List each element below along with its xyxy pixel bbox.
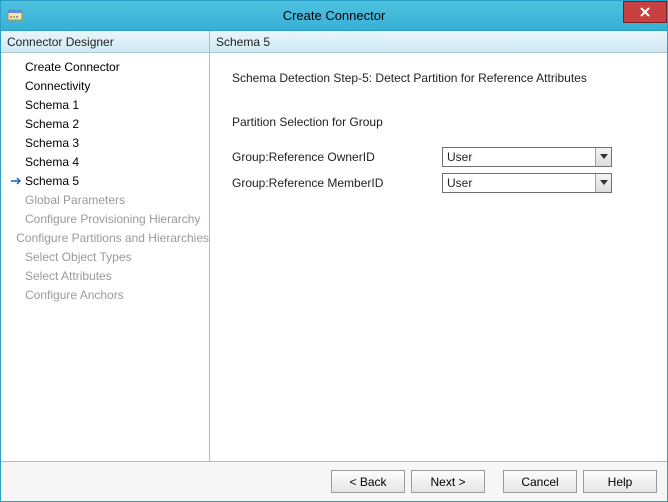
button-label: Next > xyxy=(430,475,465,489)
content-area: Connector Designer Create Connector Conn… xyxy=(1,31,667,461)
main-header: Schema 5 xyxy=(210,31,667,53)
sidebar-item-label: Connectivity xyxy=(25,79,90,93)
combo-value: User xyxy=(443,174,595,192)
combo-memberid[interactable]: User xyxy=(442,173,612,193)
cancel-button[interactable]: Cancel xyxy=(503,470,577,493)
close-button[interactable] xyxy=(623,1,667,23)
footer: < Back Next > Cancel Help xyxy=(1,461,667,501)
main-body: Schema Detection Step-5: Detect Partitio… xyxy=(210,53,667,461)
button-label: < Back xyxy=(349,475,386,489)
main-panel: Schema 5 Schema Detection Step-5: Detect… xyxy=(210,31,667,461)
sidebar-item-label: Create Connector xyxy=(25,60,120,74)
sidebar-item-label: Schema 2 xyxy=(25,117,79,131)
sidebar-item-label: Select Attributes xyxy=(25,269,112,283)
sidebar-item-label: Configure Partitions and Hierarchies xyxy=(16,231,209,245)
sidebar-list: Create Connector Connectivity Schema 1 S… xyxy=(1,53,209,304)
help-button[interactable]: Help xyxy=(583,470,657,493)
field-label-ownerid: Group:Reference OwnerID xyxy=(232,150,442,164)
sidebar-item-select-object-types: Select Object Types xyxy=(1,247,209,266)
sidebar: Connector Designer Create Connector Conn… xyxy=(1,31,210,461)
sidebar-item-connectivity[interactable]: Connectivity xyxy=(1,76,209,95)
button-label: Cancel xyxy=(521,475,558,489)
form-row-memberid: Group:Reference MemberID User xyxy=(232,173,645,193)
titlebar: Create Connector xyxy=(1,1,667,31)
sidebar-item-select-attributes: Select Attributes xyxy=(1,266,209,285)
section-label: Partition Selection for Group xyxy=(232,115,645,129)
window: Create Connector Connector Designer Crea… xyxy=(0,0,668,502)
chevron-down-icon xyxy=(595,148,611,166)
next-button[interactable]: Next > xyxy=(411,470,485,493)
sidebar-item-configure-partitions: Configure Partitions and Hierarchies xyxy=(1,228,209,247)
button-label: Help xyxy=(608,475,633,489)
sidebar-item-schema-3[interactable]: Schema 3 xyxy=(1,133,209,152)
sidebar-header: Connector Designer xyxy=(1,31,209,53)
sidebar-item-schema-4[interactable]: Schema 4 xyxy=(1,152,209,171)
back-button[interactable]: < Back xyxy=(331,470,405,493)
sidebar-item-create-connector[interactable]: Create Connector xyxy=(1,57,209,76)
sidebar-item-global-parameters: Global Parameters xyxy=(1,190,209,209)
form-row-ownerid: Group:Reference OwnerID User xyxy=(232,147,645,167)
combo-value: User xyxy=(443,148,595,166)
window-title: Create Connector xyxy=(1,8,667,23)
sidebar-item-schema-5[interactable]: Schema 5 xyxy=(1,171,209,190)
sidebar-item-schema-1[interactable]: Schema 1 xyxy=(1,95,209,114)
chevron-down-icon xyxy=(595,174,611,192)
sidebar-item-label: Configure Anchors xyxy=(25,288,124,302)
sidebar-item-label: Schema 3 xyxy=(25,136,79,150)
sidebar-item-label: Schema 1 xyxy=(25,98,79,112)
sidebar-item-configure-provisioning-hierarchy: Configure Provisioning Hierarchy xyxy=(1,209,209,228)
close-icon xyxy=(640,7,650,17)
step-title: Schema Detection Step-5: Detect Partitio… xyxy=(232,71,645,85)
arrow-right-icon xyxy=(11,177,25,185)
sidebar-item-label: Select Object Types xyxy=(25,250,132,264)
sidebar-item-label: Configure Provisioning Hierarchy xyxy=(25,212,200,226)
combo-ownerid[interactable]: User xyxy=(442,147,612,167)
field-label-memberid: Group:Reference MemberID xyxy=(232,176,442,190)
sidebar-item-label: Schema 5 xyxy=(25,174,79,188)
app-icon xyxy=(7,8,23,24)
sidebar-item-configure-anchors: Configure Anchors xyxy=(1,285,209,304)
sidebar-item-label: Global Parameters xyxy=(25,193,125,207)
sidebar-item-schema-2[interactable]: Schema 2 xyxy=(1,114,209,133)
sidebar-item-label: Schema 4 xyxy=(25,155,79,169)
